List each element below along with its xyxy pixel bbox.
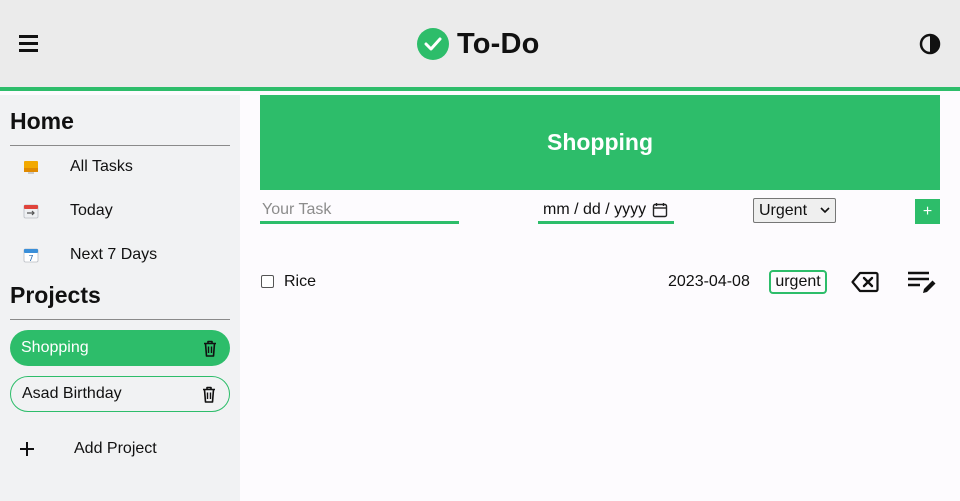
trash-icon[interactable] xyxy=(201,386,217,403)
sidebar-item-all-tasks[interactable]: All Tasks xyxy=(10,149,230,185)
sidebar-item-next-7-days[interactable]: 7 Next 7 Days xyxy=(10,237,230,273)
priority-select-value: Urgent xyxy=(759,201,808,219)
inbox-icon xyxy=(22,158,40,176)
plus-icon xyxy=(20,442,34,456)
home-divider xyxy=(10,145,230,146)
delete-task-icon[interactable] xyxy=(851,271,879,293)
projects-divider xyxy=(10,319,230,320)
check-circle-icon xyxy=(417,28,449,60)
project-label: Shopping xyxy=(21,339,89,356)
project-item-asad-birthday[interactable]: Asad Birthday xyxy=(10,376,230,412)
chevron-down-icon xyxy=(820,207,830,214)
add-task-button[interactable]: + xyxy=(915,199,940,224)
add-project-button[interactable]: Add Project xyxy=(10,433,230,465)
calendar-week-icon: 7 xyxy=(22,246,40,264)
app-brand: To-Do xyxy=(417,28,540,60)
task-date: 2023-04-08 xyxy=(668,273,750,290)
add-project-label: Add Project xyxy=(74,440,157,457)
calendar-today-icon xyxy=(22,202,40,220)
sidebar-item-today[interactable]: Today xyxy=(10,193,230,229)
calendar-icon[interactable] xyxy=(652,202,668,218)
priority-badge: urgent xyxy=(769,270,827,294)
task-input[interactable] xyxy=(260,198,459,224)
sidebar-item-label: Today xyxy=(70,202,113,219)
trash-icon[interactable] xyxy=(202,340,218,357)
home-section-title: Home xyxy=(10,108,74,134)
task-name: Rice xyxy=(284,273,317,290)
priority-select[interactable]: Urgent xyxy=(753,198,836,223)
priority-badge-label: urgent xyxy=(775,273,821,290)
app-title: To-Do xyxy=(457,27,540,60)
hamburger-menu-icon[interactable] xyxy=(19,35,39,53)
contrast-toggle-icon[interactable] xyxy=(919,33,941,55)
sidebar-item-label: Next 7 Days xyxy=(70,246,158,263)
date-input[interactable]: mm / dd / yyyy xyxy=(538,198,674,224)
date-placeholder: mm / dd / yyyy xyxy=(543,200,647,218)
task-checkbox[interactable] xyxy=(261,275,274,288)
svg-text:7: 7 xyxy=(28,254,33,263)
project-banner: Shopping xyxy=(260,95,940,190)
project-item-shopping[interactable]: Shopping xyxy=(10,330,230,366)
task-row: Rice 2023-04-08 urgent xyxy=(260,266,940,300)
sidebar: Home All Tasks Today 7 Next 7 Days Proje… xyxy=(0,95,240,501)
edit-task-icon[interactable] xyxy=(907,270,937,296)
projects-section-title: Projects xyxy=(10,282,101,308)
add-task-label: + xyxy=(922,202,933,220)
project-label: Asad Birthday xyxy=(22,385,122,402)
app-header: To-Do xyxy=(0,0,960,91)
sidebar-item-label: All Tasks xyxy=(70,158,133,175)
project-title: Shopping xyxy=(546,129,654,155)
